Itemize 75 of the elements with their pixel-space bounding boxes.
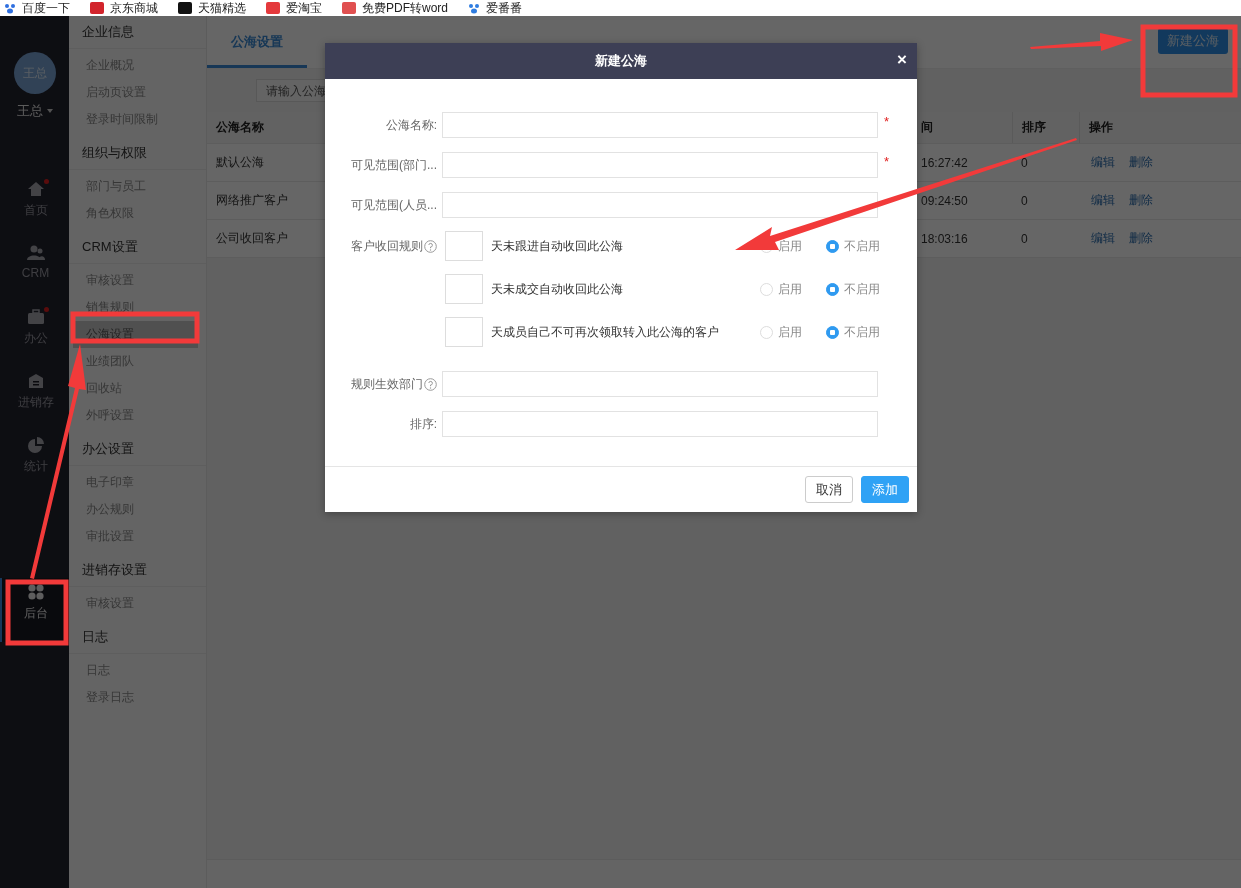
menu-group-title: 日志 (69, 621, 206, 654)
radio-option[interactable]: 不启用 (826, 280, 879, 298)
field-label: 可见范围(部门... (350, 156, 437, 174)
rule-text: 天未成交自动收回此公海 (491, 281, 624, 298)
menu-group-title: 办公设置 (69, 433, 206, 466)
menu-group-title: 进销存设置 (69, 554, 206, 587)
field-label: 客户收回规则 (351, 237, 423, 255)
highlight-frame (5, 579, 69, 646)
caret-icon (46, 109, 53, 113)
input-field[interactable] (442, 371, 878, 397)
tab[interactable]: 公海设置 (207, 16, 307, 68)
add-button[interactable]: 添加 (861, 476, 909, 503)
action-link[interactable]: 编辑 (1091, 154, 1115, 171)
help-icon[interactable] (424, 377, 437, 391)
column-header: 排序 (1012, 112, 1046, 143)
input-field[interactable] (442, 112, 878, 138)
briefcase-icon (26, 309, 45, 325)
dialog-title: 新建公海 (595, 52, 647, 70)
table-cell-text: 0 (1020, 193, 1028, 208)
rule-text: 天未跟进自动收回此公海 (491, 238, 624, 255)
table-cell-text: 公司收回客户 (215, 230, 288, 247)
menu-group-title: 组织与权限 (69, 137, 206, 170)
home-icon (26, 181, 45, 197)
radio-option[interactable]: 启用 (760, 280, 813, 298)
input-field[interactable] (442, 192, 878, 218)
field-label: 可见范围(人员... (350, 196, 437, 214)
number-field[interactable] (445, 317, 483, 347)
radio-option[interactable]: 启用 (760, 323, 813, 341)
required-mark: * (884, 114, 890, 129)
bookmark[interactable]: 天猫精选 (178, 1, 246, 15)
table-cell-text: 网络推广客户 (215, 192, 288, 209)
column-header: 间 (920, 119, 933, 136)
input-field[interactable] (442, 152, 878, 178)
action-link[interactable]: 删除 (1129, 154, 1153, 171)
bookmark[interactable]: 爱淘宝 (266, 1, 322, 15)
action-link[interactable]: 删除 (1129, 192, 1153, 209)
action-link[interactable]: 编辑 (1091, 230, 1115, 247)
radio-button[interactable] (826, 282, 839, 296)
required-mark: * (884, 154, 890, 169)
radio-button[interactable] (826, 239, 839, 253)
pie-chart-icon (26, 437, 45, 453)
table-cell-text: 09:24:50 (920, 193, 968, 208)
menu-group-title: 企业信息 (69, 16, 206, 49)
column-header: 操作 (1079, 112, 1113, 143)
number-field[interactable] (445, 231, 483, 261)
input-field[interactable] (442, 411, 878, 437)
rule-text: 天成员自己不可再次领取转入此公海的客户 (491, 324, 720, 341)
radio-option[interactable]: 不启用 (826, 237, 879, 255)
number-field[interactable] (445, 274, 483, 304)
action-link[interactable]: 删除 (1129, 230, 1153, 247)
radio-option[interactable]: 不启用 (826, 323, 879, 341)
people-icon (26, 245, 45, 261)
action-link[interactable]: 编辑 (1091, 192, 1115, 209)
bookmark[interactable]: 京东商城 (90, 1, 158, 15)
bookmark[interactable]: 爱番番 (468, 1, 522, 15)
bookmark[interactable]: 免费PDF转word (342, 1, 448, 15)
table-cell-text: 18:03:16 (920, 231, 968, 246)
table-cell-text: 0 (1020, 155, 1028, 170)
cancel-button[interactable]: 取消 (805, 476, 853, 503)
four-dots-icon (26, 584, 45, 600)
bookmark[interactable]: 百度一下 (4, 1, 70, 15)
close-button[interactable]: × (895, 50, 909, 70)
field-label: 排序: (408, 415, 437, 433)
field-label: 规则生效部门 (351, 375, 423, 393)
table-cell-text: 默认公海 (215, 154, 264, 171)
field-label: 公海名称: (384, 116, 437, 134)
radio-button[interactable] (826, 325, 839, 339)
help-icon[interactable] (424, 239, 437, 253)
house-icon (26, 373, 45, 389)
table-cell-text: 0 (1020, 231, 1028, 246)
new-button[interactable]: 新建公海 (1158, 28, 1228, 54)
user-menu[interactable]: 王总 (16, 102, 53, 120)
table-cell-text: 16:27:42 (920, 155, 968, 170)
menu-group-title: CRM设置 (69, 231, 206, 264)
column-header: 公海名称 (215, 119, 264, 136)
